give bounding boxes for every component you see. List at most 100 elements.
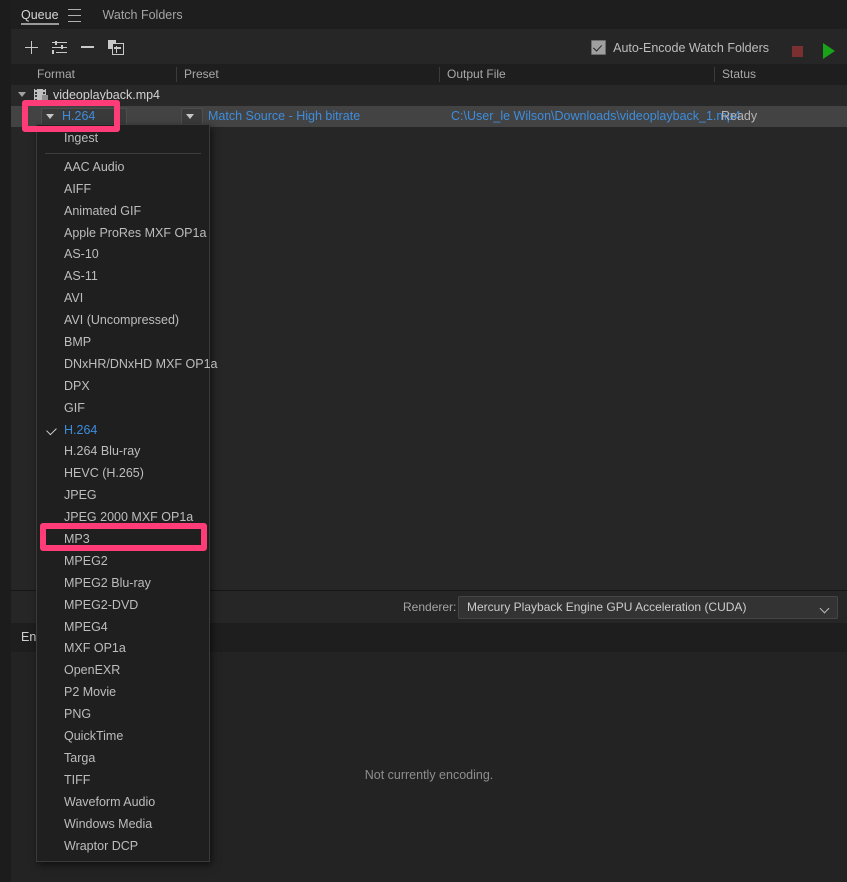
menu-item-label: H.264 Blu-ray	[64, 444, 141, 459]
renderer-label: Renderer:	[403, 600, 457, 614]
menu-item-aac-audio[interactable]: AAC Audio	[37, 157, 209, 179]
menu-item-targa[interactable]: Targa	[37, 748, 209, 770]
auto-encode-label: Auto-Encode Watch Folders	[613, 40, 769, 55]
queue-column-headers: Format Preset Output File Status	[11, 64, 847, 86]
menu-item-label: JPEG 2000 MXF OP1a	[64, 510, 194, 525]
menu-item-label: MP3	[64, 532, 90, 547]
menu-item-label: HEVC (H.265)	[64, 466, 144, 481]
menu-item-label: QuickTime	[64, 729, 124, 744]
stop-queue-button[interactable]	[792, 46, 803, 57]
menu-item-label: AAC Audio	[64, 159, 125, 174]
hamburger-icon[interactable]	[67, 7, 81, 22]
menu-item-label: Apple ProRes MXF OP1a	[64, 225, 207, 240]
menu-item-ingest[interactable]: Ingest	[37, 128, 209, 150]
menu-item-aiff[interactable]: AIFF	[37, 179, 209, 201]
source-file-name: videoplayback.mp4	[53, 88, 161, 102]
tab-watch-folders-label: Watch Folders	[102, 7, 183, 22]
menu-item-label: H.264	[64, 422, 98, 437]
column-header-output-file[interactable]: Output File	[439, 67, 506, 81]
menu-separator	[45, 152, 201, 154]
queue-tabstrip: Queue Watch Folders	[11, 0, 847, 29]
menu-item-gif[interactable]: GIF	[37, 398, 209, 420]
menu-item-label: AVI	[64, 291, 84, 306]
plus-icon	[24, 40, 38, 54]
menu-item-label: AIFF	[64, 181, 92, 196]
menu-item-label: DPX	[64, 378, 90, 393]
column-header-status[interactable]: Status	[714, 67, 756, 81]
remove-button[interactable]	[76, 36, 98, 58]
menu-item-label: MPEG2	[64, 553, 108, 568]
menu-item-label: PNG	[64, 707, 92, 722]
menu-item-label: Windows Media	[64, 816, 153, 831]
duplicate-icon	[107, 40, 124, 55]
menu-item-label: Animated GIF	[64, 203, 142, 218]
menu-item-jpeg[interactable]: JPEG	[37, 485, 209, 507]
tab-queue[interactable]: Queue	[21, 0, 59, 29]
menu-item-animated-gif[interactable]: Animated GIF	[37, 201, 209, 223]
check-icon	[46, 424, 57, 435]
format-dropdown-menu[interactable]: Ingest AAC Audio AIFF Animated GIF Apple Pro…	[36, 124, 218, 863]
tab-watch-folders[interactable]: Watch Folders	[103, 0, 183, 29]
auto-encode-checkbox[interactable]	[591, 40, 607, 55]
menu-item-jpeg-2000-mxf-op1a[interactable]: JPEG 2000 MXF OP1a	[37, 507, 209, 529]
chevron-down-icon	[46, 114, 54, 119]
menu-item-avi[interactable]: AVI	[37, 288, 209, 310]
menu-item-p2-movie[interactable]: P2 Movie	[37, 682, 209, 704]
menu-item-avi-uncompressed[interactable]: AVI (Uncompressed)	[37, 310, 209, 332]
column-header-preset[interactable]: Preset	[176, 67, 219, 81]
menu-item-png[interactable]: PNG	[37, 704, 209, 726]
menu-item-quicktime[interactable]: QuickTime	[37, 726, 209, 748]
column-header-format[interactable]: Format	[29, 67, 75, 81]
menu-item-tiff[interactable]: TIFF	[37, 770, 209, 792]
menu-item-mp3[interactable]: MP3	[37, 529, 209, 551]
menu-item-bmp[interactable]: BMP	[37, 332, 209, 354]
media-encoder-window: Queue Watch Folders Auto-Encode Watch Fo…	[0, 0, 847, 882]
chevron-down-icon	[186, 114, 194, 119]
menu-item-dnxhr-dnxhd-mxf-op1a[interactable]: DNxHR/DNxHD MXF OP1a	[37, 354, 218, 376]
menu-item-label: MPEG2 Blu-ray	[64, 575, 151, 590]
menu-item-mpeg2-blu-ray[interactable]: MPEG2 Blu-ray	[37, 573, 209, 595]
add-source-button[interactable]	[20, 36, 42, 58]
menu-item-waveform-audio[interactable]: Waveform Audio	[37, 792, 209, 814]
renderer-select[interactable]: Mercury Playback Engine GPU Acceleration…	[458, 596, 838, 619]
duplicate-button[interactable]	[104, 36, 126, 58]
menu-item-label: TIFF	[64, 772, 91, 787]
add-preset-button[interactable]	[48, 36, 70, 58]
menu-item-as-11[interactable]: AS-11	[37, 266, 209, 288]
menu-item-mpeg2[interactable]: MPEG2	[37, 551, 209, 573]
menu-item-as-10[interactable]: AS-10	[37, 244, 209, 266]
menu-item-dpx[interactable]: DPX	[37, 376, 209, 398]
menu-item-label: Ingest	[64, 131, 99, 145]
menu-item-mpeg2-dvd[interactable]: MPEG2-DVD	[37, 595, 209, 617]
format-value[interactable]: H.264	[62, 109, 95, 123]
menu-item-hevc-h-265[interactable]: HEVC (H.265)	[37, 463, 209, 485]
menu-item-openexr[interactable]: OpenEXR	[37, 660, 209, 682]
menu-item-apple-prores-mxf-op1a[interactable]: Apple ProRes MXF OP1a	[37, 223, 209, 245]
tab-queue-label: Queue	[21, 7, 59, 22]
menu-item-label: JPEG	[64, 488, 97, 503]
menu-item-h-264[interactable]: H.264	[37, 420, 209, 442]
menu-item-label: Wraptor DCP	[64, 838, 139, 853]
menu-item-label: AVI (Uncompressed)	[64, 313, 180, 328]
menu-item-mpeg4[interactable]: MPEG4	[37, 617, 209, 639]
output-file-path[interactable]: C:\User_le Wilson\Downloads\videoplaybac…	[451, 109, 741, 123]
menu-item-windows-media[interactable]: Windows Media	[37, 814, 209, 836]
menu-item-label: DNxHR/DNxHD MXF OP1a	[64, 356, 218, 371]
menu-item-label: MXF OP1a	[64, 641, 126, 656]
auto-encode-watch-folders-toggle[interactable]: Auto-Encode Watch Folders	[591, 40, 769, 55]
sliders-add-icon	[51, 40, 67, 54]
table-row-group[interactable]: videoplayback.mp4	[11, 85, 847, 106]
menu-item-wraptor-dcp[interactable]: Wraptor DCP	[37, 836, 209, 858]
menu-item-label: GIF	[64, 400, 85, 415]
menu-item-label: MPEG2-DVD	[64, 597, 139, 612]
chevron-down-icon[interactable]	[18, 92, 26, 97]
status-badge: Ready	[721, 109, 758, 123]
menu-item-label: AS-11	[64, 269, 98, 284]
menu-item-mxf-op1a[interactable]: MXF OP1a	[37, 638, 209, 660]
queue-toolbar: Auto-Encode Watch Folders	[11, 29, 847, 64]
preset-value[interactable]: Match Source - High bitrate	[208, 109, 360, 123]
menu-item-h-264-blu-ray[interactable]: H.264 Blu-ray	[37, 441, 209, 463]
left-gutter	[0, 0, 11, 882]
start-queue-button[interactable]	[823, 43, 835, 59]
menu-item-label: MPEG4	[64, 619, 108, 634]
